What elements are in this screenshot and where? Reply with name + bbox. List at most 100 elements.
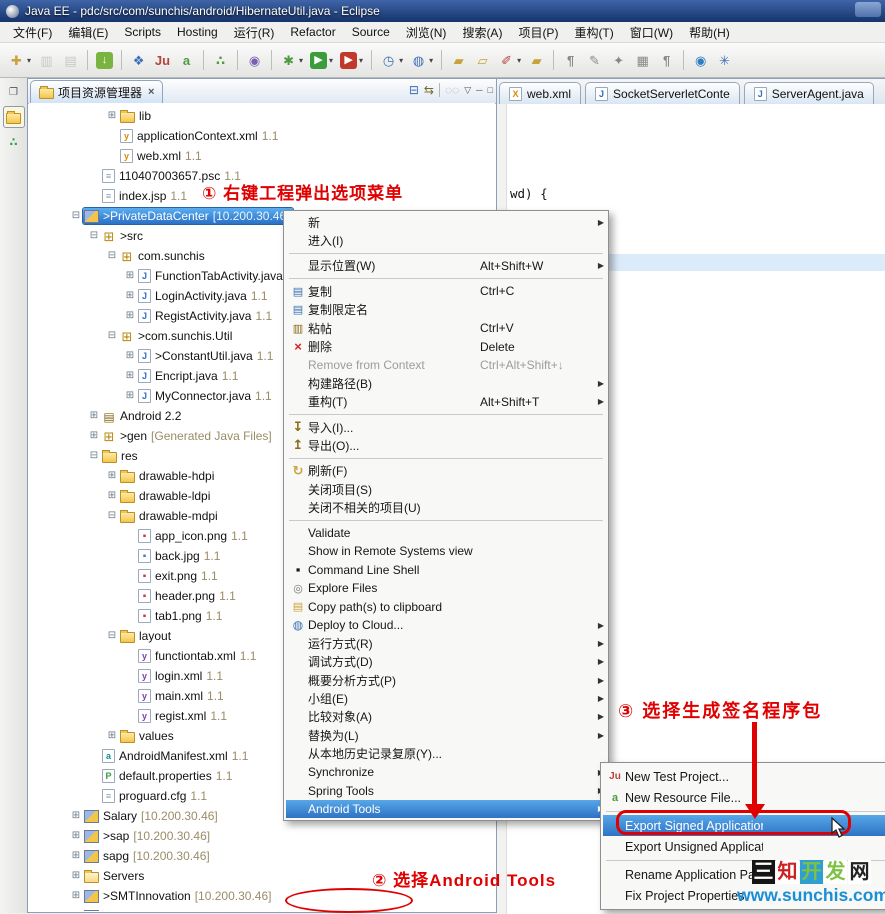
menu-item-replace-with[interactable]: 替换为(L)▶ [286,726,606,744]
menu-item-compare-with[interactable]: 比较对象(A)▶ [286,708,606,726]
menubar-item-帮助-h[interactable]: 帮助(H) [682,22,737,43]
menu-item-team[interactable]: 小组(E)▶ [286,689,606,707]
menubar-item-scripts[interactable]: Scripts [117,23,168,41]
menu-item-synchronize[interactable]: Synchronize▶ [286,763,606,781]
menu-item-paste[interactable]: ▥粘帖Ctrl+V [286,319,606,337]
tree-item-sapg[interactable]: ⊞sapg[10.200.30.46] [29,846,495,866]
internal-browser-button[interactable]: ◉ [689,50,712,71]
new-junit-test-button[interactable]: Ju [151,50,174,71]
menu-item-refactor[interactable]: 重构(T)Alt+Shift+T▶ [286,393,606,411]
expander-icon[interactable]: ⊟ [87,231,101,241]
expander-icon[interactable]: ⊞ [105,491,119,501]
expander-icon[interactable]: ⊞ [87,411,101,421]
menu-item-explore-files[interactable]: ◎Explore Files [286,579,606,597]
menu-item-new[interactable]: 新▶ [286,213,606,231]
menu-item-show-in[interactable]: 显示位置(W)Alt+Shift+W▶ [286,257,606,275]
menubar-item-hosting[interactable]: Hosting [170,23,225,41]
run-configurations-button[interactable]: ▶▾ [337,50,366,71]
expander-icon[interactable]: ⊞ [69,891,83,901]
cvs-repository-button[interactable]: ∴ [209,50,232,71]
dropdown-arrow-icon[interactable]: ▾ [399,56,403,65]
menu-item-close-project[interactable]: 关闭项目(S) [286,480,606,498]
expander-icon[interactable]: ⊞ [69,831,83,841]
collapse-all-icon[interactable]: ⊟ [409,83,419,97]
show-table-button[interactable]: ▦ [631,50,654,71]
submenu-item-export-unsigned-application-package[interactable]: Export Unsigned Application Package... [603,836,885,857]
expander-icon[interactable]: ⊞ [123,371,137,381]
close-icon[interactable]: × [148,86,154,98]
import-folder-button[interactable]: ▱ [471,50,494,71]
menu-item-export[interactable]: ↥导出(O)... [286,436,606,454]
menu-item-refresh[interactable]: ↻刷新(F) [286,462,606,480]
menu-item-run-as[interactable]: 运行方式(R)▶ [286,634,606,652]
menu-item-import[interactable]: ↧导入(I)... [286,418,606,436]
tree-item-web-xml[interactable]: web.xml1.1 [29,146,495,166]
expander-icon[interactable]: ⊟ [105,331,119,341]
web-browser-button[interactable]: ◍▾ [407,50,436,71]
open-resource-button[interactable]: ◉ [243,50,266,71]
expander-icon[interactable]: ⊟ [105,631,119,641]
maximize-view-icon[interactable]: □ [488,85,493,95]
debug-button[interactable]: ✱▾ [277,50,306,71]
menu-item-copy[interactable]: ▤复制Ctrl+C [286,282,606,300]
menu-item-debug-as[interactable]: 调试方式(D)▶ [286,653,606,671]
expander-icon[interactable]: ⊞ [123,271,137,281]
expander-icon[interactable]: ⊟ [87,451,101,461]
format-text-button[interactable]: ¶ [655,50,678,71]
expander-icon[interactable]: ⊞ [123,311,137,321]
deploy-button[interactable]: ✐▾ [495,50,524,71]
menu-item-delete[interactable]: ×删除Delete [286,337,606,355]
new-web-project-button[interactable]: ❖ [127,50,150,71]
editor-tab-socketserverletconte[interactable]: JSocketServerletConte [585,82,740,104]
menubar-item-搜索-a[interactable]: 搜索(A) [455,22,509,43]
annotations-button[interactable]: ¶ [559,50,582,71]
hierarchy-view-button[interactable]: ∴ [4,132,24,152]
tree-item-sap[interactable]: ⊞>sap[10.200.30.46] [29,826,495,846]
menu-item-android-tools[interactable]: Android Tools▶ [286,800,606,818]
menu-item-validate[interactable]: Validate [286,524,606,542]
external-tools-button[interactable]: ✦ [607,50,630,71]
editor-tab-serveragent-java[interactable]: JServerAgent.java [744,82,874,104]
dropdown-arrow-icon[interactable]: ▾ [27,56,31,65]
menubar-item-文件-f[interactable]: 文件(F) [6,22,59,43]
filters-icon[interactable]: ◌◌ [445,83,459,97]
menu-item-spring-tools[interactable]: Spring Tools▶ [286,781,606,799]
run-button[interactable]: ▶▾ [307,50,336,71]
dropdown-arrow-icon[interactable]: ▾ [359,56,363,65]
menu-item-restore-from-local-history[interactable]: 从本地历史记录复原(Y)... [286,745,606,763]
new-wizard-button[interactable]: ✚▾ [5,50,34,71]
editor-tab-web-xml[interactable]: Xweb.xml [499,82,581,104]
dropdown-arrow-icon[interactable]: ▾ [299,56,303,65]
expander-icon[interactable]: ⊞ [123,291,137,301]
tree-item-lib[interactable]: ⊞lib [29,106,495,126]
minimize-view-icon[interactable]: ─ [476,85,482,95]
dropdown-arrow-icon[interactable]: ▾ [429,56,433,65]
menu-item-command-line-shell[interactable]: ▪Command Line Shell [286,561,606,579]
team-sync-button[interactable]: ✳ [713,50,736,71]
restore-view-button[interactable]: ❐ [4,82,24,102]
menu-item-show-in-remote-systems-view[interactable]: Show in Remote Systems view [286,542,606,560]
menubar-item-编辑-e[interactable]: 编辑(E) [61,22,115,43]
menu-item-copy-qualified-name[interactable]: ▤复制限定名 [286,301,606,319]
menubar-item-运行-r[interactable]: 运行(R) [227,22,282,43]
menu-item-copy-paths-to-clipboard[interactable]: ▤Copy path(s) to clipboard [286,597,606,615]
expander-icon[interactable]: ⊞ [123,391,137,401]
mark-occurrences-button[interactable]: ✎ [583,50,606,71]
menubar-item-refactor[interactable]: Refactor [283,23,342,41]
tree-item-applicationcontext-xml[interactable]: applicationContext.xml1.1 [29,126,495,146]
expander-icon[interactable]: ⊞ [105,111,119,121]
new-android-xml-button[interactable]: a [175,50,198,71]
menubar-item-项目-p[interactable]: 项目(P) [511,22,565,43]
expander-icon[interactable]: ⊞ [69,811,83,821]
expander-icon[interactable]: ⊞ [105,471,119,481]
expander-icon[interactable]: ⊞ [69,871,83,881]
menu-item-close-unrelated-projects[interactable]: 关闭不相关的项目(U) [286,498,606,516]
packages-button[interactable]: ▰ [525,50,548,71]
project-explorer-fastview-button[interactable] [3,106,25,128]
dropdown-arrow-icon[interactable]: ▾ [517,56,521,65]
menu-item-profile-as[interactable]: 概要分析方式(P)▶ [286,671,606,689]
new-server-button[interactable]: ◷▾ [377,50,406,71]
expander-icon[interactable]: ⊟ [105,511,119,521]
expander-icon[interactable]: ⊟ [69,211,83,221]
menubar-item-浏览-n[interactable]: 浏览(N) [399,22,454,43]
